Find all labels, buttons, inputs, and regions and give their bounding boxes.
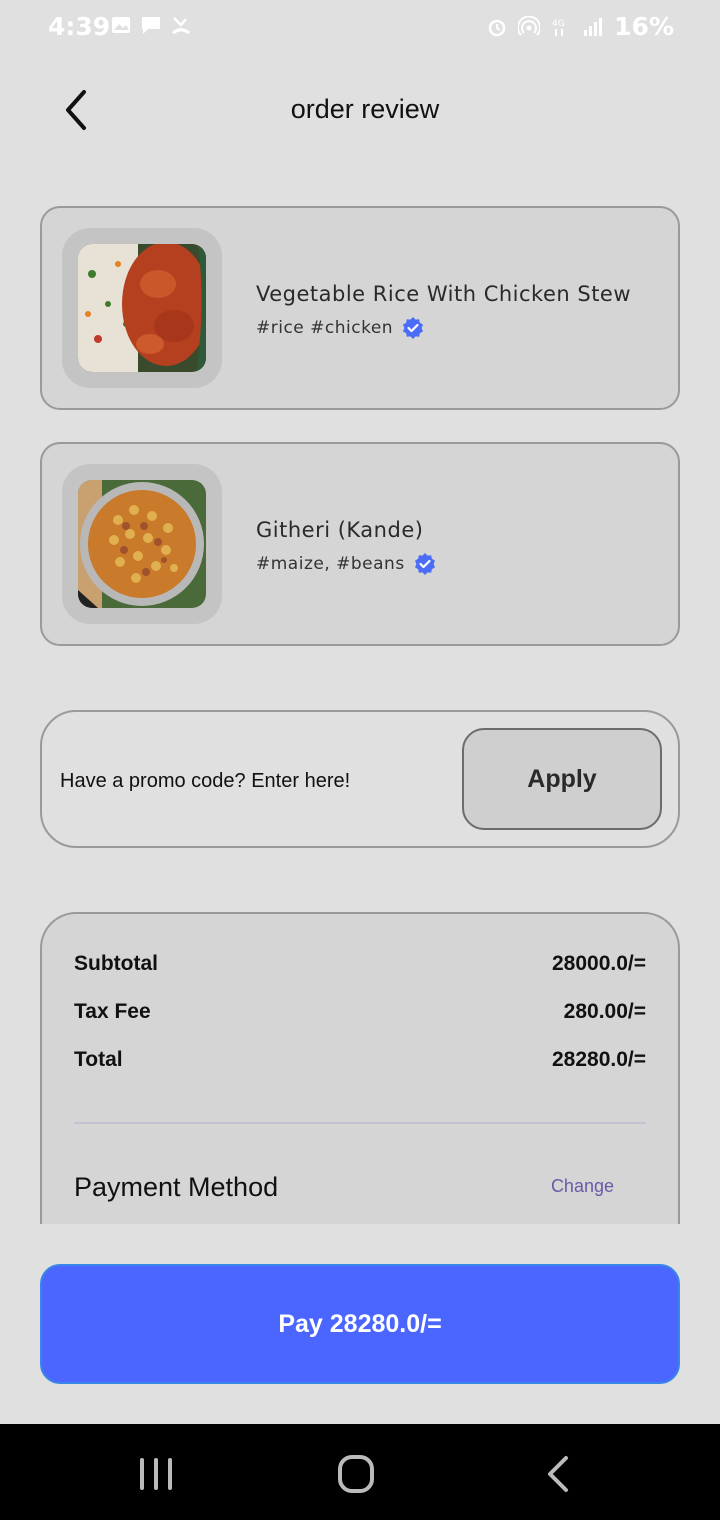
back-icon[interactable] xyxy=(528,1452,588,1496)
svg-text:4G: 4G xyxy=(552,19,565,29)
tax-label: Tax Fee xyxy=(74,1000,151,1023)
battery-level: 16% xyxy=(614,12,674,41)
recent-apps-icon[interactable] xyxy=(126,1452,186,1496)
missed-call-icon xyxy=(172,17,190,34)
food-image xyxy=(78,244,206,372)
page-title: order review xyxy=(290,94,440,124)
home-icon[interactable] xyxy=(326,1452,386,1496)
item-name: Githeri (Kande) xyxy=(256,518,424,542)
hotspot-icon xyxy=(518,15,541,36)
verified-icon xyxy=(403,317,424,339)
item-name: Vegetable Rice With Chicken Stew xyxy=(256,282,632,306)
promo-prompt[interactable]: Have a promo code? Enter here! xyxy=(60,770,350,793)
divider xyxy=(74,1122,646,1124)
food-thumbnail-frame xyxy=(62,464,222,624)
status-left-icons xyxy=(110,14,192,36)
item-tags-text: #maize, #beans xyxy=(256,554,405,574)
order-summary: Subtotal 28000.0/= Tax Fee 280.00/= Tota… xyxy=(40,912,680,1224)
alarm-icon xyxy=(488,19,506,36)
tax-value: 280.00/= xyxy=(563,1000,646,1023)
item-tags: #maize, #beans xyxy=(256,552,437,576)
pay-button[interactable]: Pay 28280.0/= xyxy=(40,1264,680,1384)
promo-code-field[interactable]: Have a promo code? Enter here! Apply xyxy=(40,710,680,848)
order-item[interactable]: Vegetable Rice With Chicken Stew #rice #… xyxy=(40,206,680,410)
image-icon xyxy=(112,17,130,33)
signal-icon xyxy=(584,17,603,36)
system-nav-bar xyxy=(0,1424,720,1520)
food-image xyxy=(78,480,206,608)
item-tags-text: #rice #chicken xyxy=(256,318,394,338)
subtotal-value: 28000.0/= xyxy=(551,952,646,975)
total-row: Total 28280.0/= xyxy=(74,1048,646,1072)
item-tags: #rice #chicken xyxy=(256,316,425,340)
order-item[interactable]: Githeri (Kande) #maize, #beans xyxy=(40,442,680,646)
tax-row: Tax Fee 280.00/= xyxy=(74,1000,646,1024)
status-time: 4:39 xyxy=(48,12,111,41)
verified-icon xyxy=(414,553,435,575)
4g-icon: 4G xyxy=(552,19,565,36)
total-value: 28280.0/= xyxy=(551,1048,646,1071)
change-payment-link[interactable]: Change xyxy=(551,1176,614,1197)
payment-method-label: Payment Method xyxy=(74,1172,279,1202)
status-bar: 4:39 4G 16% xyxy=(0,0,720,56)
chat-icon xyxy=(142,17,160,34)
food-thumbnail-frame xyxy=(62,228,222,388)
total-label: Total xyxy=(74,1048,123,1071)
apply-promo-button[interactable]: Apply xyxy=(462,728,662,830)
status-right: 4G 16% xyxy=(486,12,674,41)
subtotal-label: Subtotal xyxy=(74,952,158,975)
subtotal-row: Subtotal 28000.0/= xyxy=(74,952,646,976)
